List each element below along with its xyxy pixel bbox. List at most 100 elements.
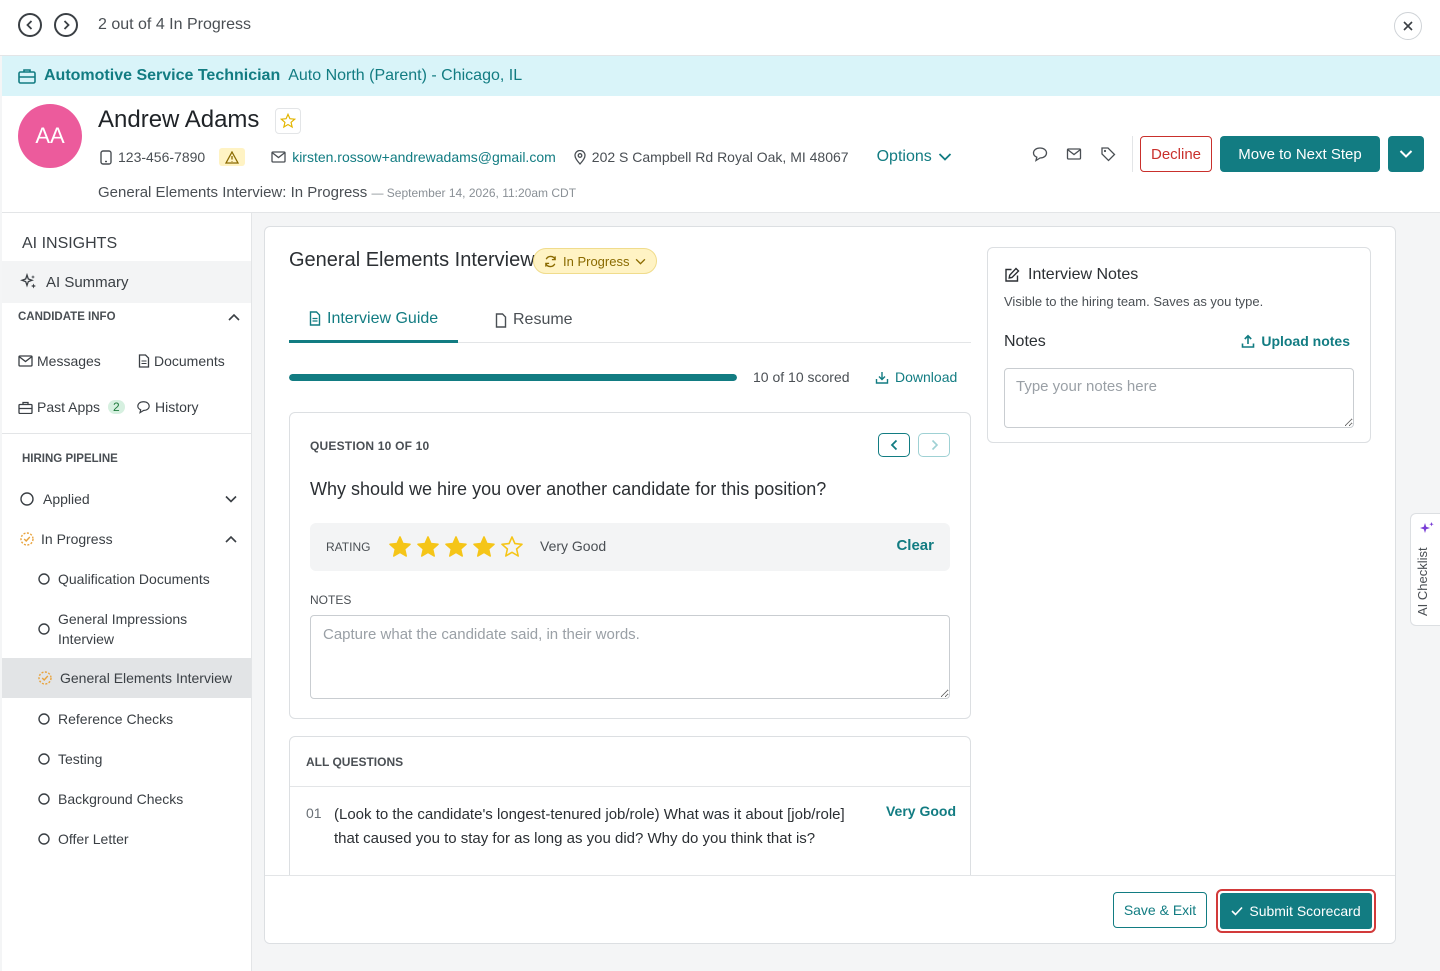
star-filled-icon[interactable] <box>388 535 412 559</box>
candidate-status: General Elements Interview: In Progress … <box>98 184 576 201</box>
documents-link[interactable]: Documents <box>138 353 225 369</box>
upload-icon <box>1242 334 1255 348</box>
pipeline-stage-applied[interactable]: Applied <box>2 487 251 511</box>
pipeline-stage-in-progress[interactable]: In Progress <box>2 527 251 551</box>
check-icon <box>1231 906 1243 916</box>
chevron-down-icon <box>1399 150 1413 158</box>
job-banner: Automotive Service Technician Auto North… <box>2 56 1440 96</box>
sidebar: AI INSIGHTS AI Summary CANDIDATE INFO Me… <box>2 213 252 971</box>
candidate-header: AA Andrew Adams 123-456-7890 kirsten.ros… <box>2 96 1440 213</box>
star-rating <box>388 535 524 559</box>
close-button[interactable] <box>1394 12 1422 40</box>
decline-button[interactable]: Decline <box>1140 136 1212 172</box>
history-link[interactable]: History <box>136 399 199 415</box>
star-filled-icon[interactable] <box>444 535 468 559</box>
download-button[interactable]: Download <box>875 369 957 385</box>
pipeline-stage-general-elements-interview[interactable]: General Elements Interview <box>2 658 251 698</box>
pipeline-stage-general-impressions-interview[interactable]: General Impressions Interview <box>2 607 251 651</box>
comment-button[interactable] <box>1032 146 1048 162</box>
all-questions-list: ALL QUESTIONS 01 (Look to the candidate'… <box>289 736 971 876</box>
chevron-right-icon <box>931 439 938 451</box>
tag-icon <box>1101 147 1116 162</box>
past-apps-link[interactable]: Past Apps 2 <box>18 399 125 415</box>
document-icon <box>309 311 321 326</box>
stage-label: General Impressions Interview <box>58 611 188 647</box>
stage-label: Offer Letter <box>58 831 129 847</box>
tag-button[interactable] <box>1100 146 1116 162</box>
question-rating: Very Good <box>885 803 956 819</box>
email-icon <box>271 151 286 163</box>
sparkle-icon <box>1420 522 1434 533</box>
chevron-down-icon <box>636 258 646 265</box>
interview-notes-input[interactable] <box>1004 368 1354 428</box>
favorite-button[interactable] <box>275 108 301 134</box>
next-question-button[interactable] <box>918 433 950 457</box>
next-candidate-button[interactable] <box>54 13 78 37</box>
briefcase-icon <box>18 401 33 414</box>
past-apps-count-badge: 2 <box>108 400 125 414</box>
briefcase-icon <box>18 69 36 84</box>
email-action-button[interactable] <box>1066 146 1082 162</box>
phone-icon <box>100 149 112 165</box>
candidate-progress-label: 2 out of 4 In Progress <box>98 16 251 33</box>
rating-box: RATING Very Good Clear <box>310 523 950 571</box>
previous-question-button[interactable] <box>878 433 910 457</box>
job-location: Auto North (Parent) - Chicago, IL <box>288 67 523 84</box>
interview-notes-card: Interview Notes Visible to the hiring te… <box>987 247 1371 443</box>
star-empty-icon[interactable] <box>500 535 524 559</box>
candidate-info-toggle[interactable]: CANDIDATE INFO <box>18 311 240 323</box>
tab-interview-guide[interactable]: Interview Guide <box>289 297 459 343</box>
previous-candidate-button[interactable] <box>18 13 42 37</box>
rating-label: RATING <box>326 540 371 554</box>
tab-label: Resume <box>513 311 573 328</box>
tab-resume[interactable]: Resume <box>495 297 573 343</box>
upload-notes-label: Upload notes <box>1261 333 1350 349</box>
pipeline-stage-offer-letter[interactable]: Offer Letter <box>2 827 251 851</box>
options-dropdown[interactable]: Options <box>877 148 952 166</box>
top-bar: 2 out of 4 In Progress <box>0 0 1440 56</box>
status-badge: In Progress <box>563 253 630 269</box>
clear-rating-button[interactable]: Clear <box>896 537 934 554</box>
next-step-menu-button[interactable] <box>1388 136 1424 172</box>
star-filled-icon[interactable] <box>472 535 496 559</box>
history-label: History <box>155 399 199 415</box>
header-divider <box>1132 136 1133 172</box>
stage-label: Background Checks <box>58 791 184 807</box>
move-to-next-step-button[interactable]: Move to Next Step <box>1220 136 1380 172</box>
submit-scorecard-button[interactable]: Submit Scorecard <box>1220 893 1372 929</box>
envelope-icon <box>1066 148 1082 160</box>
phone-number[interactable]: 123-456-7890 <box>118 149 205 165</box>
upload-notes-button[interactable]: Upload notes <box>1241 333 1350 349</box>
submit-scorecard-focus-ring: Submit Scorecard <box>1216 889 1376 933</box>
circle-icon <box>38 713 50 725</box>
circle-icon <box>38 833 50 845</box>
file-icon <box>495 312 507 328</box>
submit-scorecard-label: Submit Scorecard <box>1249 903 1361 919</box>
scoring-progress-bar <box>289 374 737 381</box>
chevron-left-icon <box>890 439 897 451</box>
interview-tabs: Interview Guide Resume <box>289 297 971 343</box>
chevron-left-icon <box>26 20 33 30</box>
pipeline-stage-qualification-documents[interactable]: Qualification Documents <box>2 567 251 591</box>
status-dropdown[interactable]: In Progress <box>533 248 658 274</box>
pipeline-stage-background-checks[interactable]: Background Checks <box>2 787 251 811</box>
ai-summary-item[interactable]: AI Summary <box>2 261 251 303</box>
circle-icon <box>38 753 50 765</box>
download-label: Download <box>895 369 958 385</box>
interview-notes-title: Interview Notes <box>1004 266 1138 284</box>
email-link[interactable]: kirsten.rossow+andrewadams@gmail.com <box>292 149 556 165</box>
question-counter: QUESTION 10 OF 10 <box>310 439 430 453</box>
ai-checklist-tab[interactable]: AI Checklist <box>1410 513 1440 626</box>
pipeline-stage-testing[interactable]: Testing <box>2 747 251 771</box>
status-text: General Elements Interview: In Progress <box>98 184 368 201</box>
save-and-exit-button[interactable]: Save & Exit <box>1113 892 1207 928</box>
star-filled-icon[interactable] <box>416 535 440 559</box>
tab-label: Interview Guide <box>327 309 439 327</box>
messages-link[interactable]: Messages <box>18 353 101 369</box>
star-icon <box>280 113 296 129</box>
candidate-name: Andrew Adams <box>98 106 260 133</box>
job-title-link[interactable]: Automotive Service Technician <box>44 67 280 85</box>
messages-label: Messages <box>37 353 101 369</box>
question-notes-input[interactable] <box>310 615 950 699</box>
pipeline-stage-reference-checks[interactable]: Reference Checks <box>2 707 251 731</box>
